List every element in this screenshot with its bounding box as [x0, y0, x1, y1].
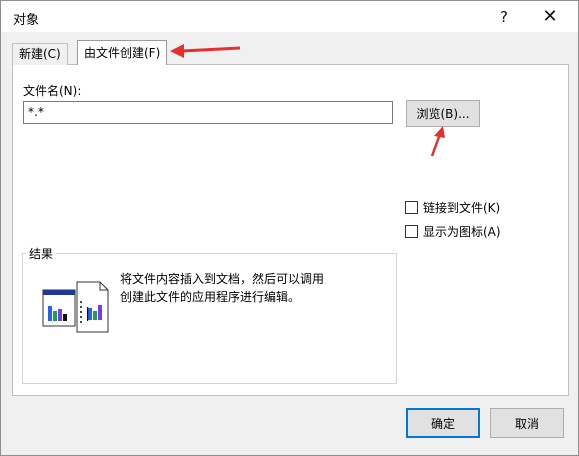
filename-label: 文件名(N): [23, 84, 82, 98]
link-to-file-checkbox[interactable] [405, 201, 418, 214]
cancel-button[interactable]: 取消 [490, 408, 564, 438]
help-button[interactable]: ? [481, 1, 527, 32]
dialog-title: 对象 [13, 13, 40, 28]
result-legend: 结果 [26, 245, 57, 262]
tab-create-from-file[interactable]: 由文件创建(F) [77, 40, 168, 65]
link-to-file-label: 链接到文件(K) [423, 201, 501, 215]
embed-file-icon [42, 281, 109, 333]
result-description: 将文件内容插入到文档，然后可以调用创建此文件的应用程序进行编辑。 [120, 272, 325, 304]
close-icon: ✕ [542, 6, 558, 27]
filename-input[interactable] [23, 101, 393, 124]
annotation-arrow-tab [170, 44, 241, 58]
tab-bar: 新建(C) 由文件创建(F) [12, 40, 572, 66]
display-as-icon-option[interactable]: 显示为图标(A) [405, 223, 501, 240]
ok-button[interactable]: 确定 [406, 408, 480, 438]
title-bar: 对象 ? ✕ [1, 1, 578, 32]
link-to-file-option[interactable]: 链接到文件(K) [405, 199, 500, 216]
annotation-arrow-browse [430, 126, 445, 157]
tab-new[interactable]: 新建(C) [12, 43, 68, 65]
close-button[interactable]: ✕ [527, 1, 573, 32]
help-icon: ? [500, 7, 508, 26]
display-as-icon-checkbox[interactable] [405, 225, 418, 238]
display-as-icon-label: 显示为图标(A) [423, 225, 501, 239]
browse-button[interactable]: 浏览(B)... [406, 100, 480, 127]
